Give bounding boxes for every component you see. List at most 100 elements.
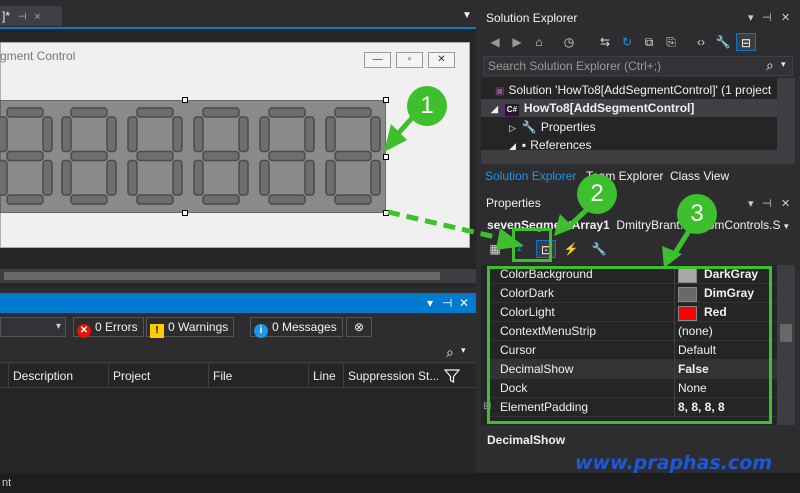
segment: [202, 194, 240, 205]
scrollbar-thumb[interactable]: [780, 324, 792, 342]
maximize-button[interactable]: ▫: [396, 52, 423, 68]
segment: [61, 159, 72, 196]
sync-icon[interactable]: ⇆: [596, 33, 614, 51]
segment: [268, 150, 306, 162]
search-icon[interactable]: ⌕: [446, 344, 454, 361]
tree-item-properties[interactable]: ▷ 🔧 Properties: [481, 118, 777, 136]
categorized-icon[interactable]: ▦: [486, 240, 504, 258]
vertical-scrollbar[interactable]: [777, 265, 795, 425]
segment: [0, 159, 8, 196]
segment-digits: [0, 107, 381, 205]
warnings-filter-button[interactable]: ! 0 Warnings: [146, 317, 235, 338]
tab-class-view[interactable]: Class View: [666, 166, 733, 186]
horizontal-scrollbar[interactable]: [481, 150, 795, 164]
tree-item-references[interactable]: ◢ ▪ References: [481, 136, 777, 150]
error-icon: ✕: [77, 324, 91, 338]
column-suppression-state[interactable]: Suppression St...: [343, 364, 438, 388]
history-icon[interactable]: ◷: [560, 33, 578, 51]
filter-icon[interactable]: [444, 368, 460, 384]
tree-item-label: HowTo8[AddSegmentControl]: [523, 101, 695, 115]
segment-digit: [259, 107, 315, 205]
collapse-all-icon[interactable]: ⧉: [640, 33, 658, 51]
segment: [238, 159, 249, 196]
property-description-title: DecimalShow: [487, 433, 566, 447]
wrench-icon[interactable]: 🔧: [714, 33, 732, 51]
minimize-button[interactable]: —: [364, 52, 391, 68]
close-icon[interactable]: ✕: [781, 11, 790, 24]
resize-handle-bottom[interactable]: [182, 210, 188, 216]
chevron-down-icon[interactable]: ▼: [460, 10, 474, 24]
segment: [325, 159, 336, 196]
csharp-project-icon: C#: [503, 103, 520, 117]
segment-digit: [127, 107, 183, 205]
warnings-label: 0 Warnings: [168, 320, 229, 334]
segment: [6, 194, 44, 205]
error-search-bar[interactable]: [0, 343, 476, 363]
chevron-down-icon[interactable]: ▾: [461, 345, 466, 356]
resize-handle-top-right[interactable]: [383, 97, 389, 103]
segment: [193, 116, 204, 153]
status-bar: nt: [0, 473, 800, 493]
callout-number-1: 1: [407, 86, 447, 126]
messages-label: 0 Messages: [272, 320, 337, 334]
home-icon[interactable]: ⌂: [530, 33, 548, 51]
resize-handle-top[interactable]: [182, 97, 188, 103]
chevron-down-icon[interactable]: ▾: [748, 197, 754, 210]
segment: [238, 116, 249, 153]
callout-number-3: 3: [677, 194, 717, 234]
code-icon[interactable]: ‹›: [692, 33, 710, 51]
forward-icon[interactable]: ▶: [508, 33, 526, 51]
warning-icon: !: [150, 324, 164, 338]
close-icon[interactable]: ✕: [781, 197, 790, 210]
column-file[interactable]: File: [208, 364, 308, 388]
tab-solution-explorer[interactable]: Solution Explorer: [481, 166, 580, 186]
segment: [172, 116, 183, 153]
property-pages-icon[interactable]: 🔧: [590, 240, 608, 258]
chevron-down-icon[interactable]: ▾: [748, 11, 754, 24]
segment: [334, 150, 372, 162]
callout-box-3: [487, 266, 772, 424]
resize-handle-bottom-right[interactable]: [383, 210, 389, 216]
segment: [334, 107, 372, 118]
copy-icon[interactable]: ⎘: [662, 33, 680, 51]
segment-digit: [61, 107, 117, 205]
chevron-down-icon[interactable]: ▾: [427, 296, 433, 310]
tree-item-solution[interactable]: ▣ Solution 'HowTo8[AddSegmentControl]' (1…: [481, 81, 777, 99]
column-description[interactable]: Description: [8, 364, 108, 388]
chevron-down-icon[interactable]: ▾: [784, 221, 789, 232]
watermark: www.praphas.com: [575, 452, 773, 474]
close-icon[interactable]: ✕: [459, 296, 469, 310]
segment: [325, 116, 336, 153]
tree-item-label: Solution 'HowTo8[AddSegmentControl]' (1 …: [508, 83, 772, 97]
column-line[interactable]: Line: [308, 364, 343, 388]
chevron-down-icon[interactable]: ▾: [781, 59, 786, 70]
document-tab[interactable]: ]* ⊣ ×: [0, 6, 62, 26]
vertical-scrollbar[interactable]: [777, 78, 795, 150]
solution-search-input[interactable]: Search Solution Explorer (Ctrl+;): [483, 56, 793, 76]
segment: [70, 194, 108, 205]
segment-digit: [325, 107, 381, 205]
pin-icon[interactable]: ⊣: [762, 197, 772, 210]
refresh-icon[interactable]: ↻: [618, 33, 636, 51]
filter-build-icon[interactable]: ⊗: [346, 317, 372, 337]
pin-icon[interactable]: ⊣: [17, 7, 27, 27]
column-project[interactable]: Project: [108, 364, 208, 388]
pin-icon[interactable]: ⊣: [442, 296, 452, 310]
segment: [370, 159, 381, 196]
events-icon[interactable]: ⚡: [562, 240, 580, 258]
scope-dropdown[interactable]: ▾: [0, 317, 66, 337]
errors-filter-button[interactable]: ✕ 0 Errors: [73, 317, 144, 338]
search-icon[interactable]: ⌕: [766, 57, 774, 74]
segment: [42, 116, 53, 153]
close-button[interactable]: ✕: [428, 52, 455, 68]
resize-handle-right[interactable]: [383, 154, 389, 160]
back-icon[interactable]: ◀: [486, 33, 504, 51]
close-icon[interactable]: ×: [34, 7, 40, 27]
error-list-toolbar: [0, 313, 476, 343]
messages-filter-button[interactable]: i 0 Messages: [250, 317, 343, 338]
tree-item-project[interactable]: ◢ C# HowTo8[AddSegmentControl]: [481, 99, 777, 117]
segment: [106, 159, 117, 196]
pin-icon[interactable]: ⊣: [762, 11, 772, 24]
scrollbar-thumb[interactable]: [4, 272, 440, 280]
preview-icon[interactable]: ⊟: [736, 33, 756, 51]
